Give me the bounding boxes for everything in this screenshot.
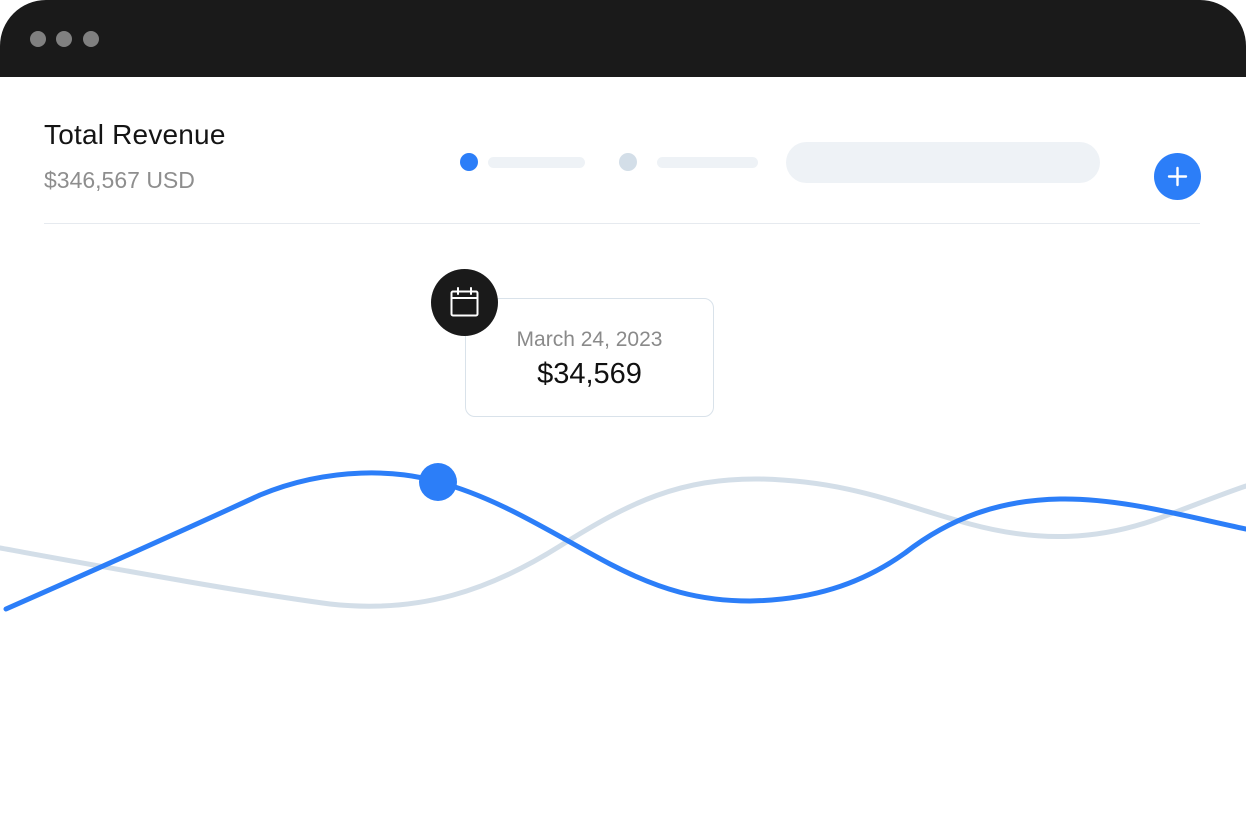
data-point-tooltip: March 24, 2023 $34,569 (465, 298, 714, 417)
calendar-badge[interactable] (431, 269, 498, 336)
app-window: Total Revenue $346,567 USD March 24, 202… (0, 0, 1246, 821)
tooltip-value: $34,569 (537, 358, 642, 390)
calendar-icon (450, 287, 479, 317)
tooltip-date: March 24, 2023 (516, 328, 663, 351)
selected-point-marker[interactable] (419, 463, 457, 501)
series-line-primary (3, 470, 1246, 612)
